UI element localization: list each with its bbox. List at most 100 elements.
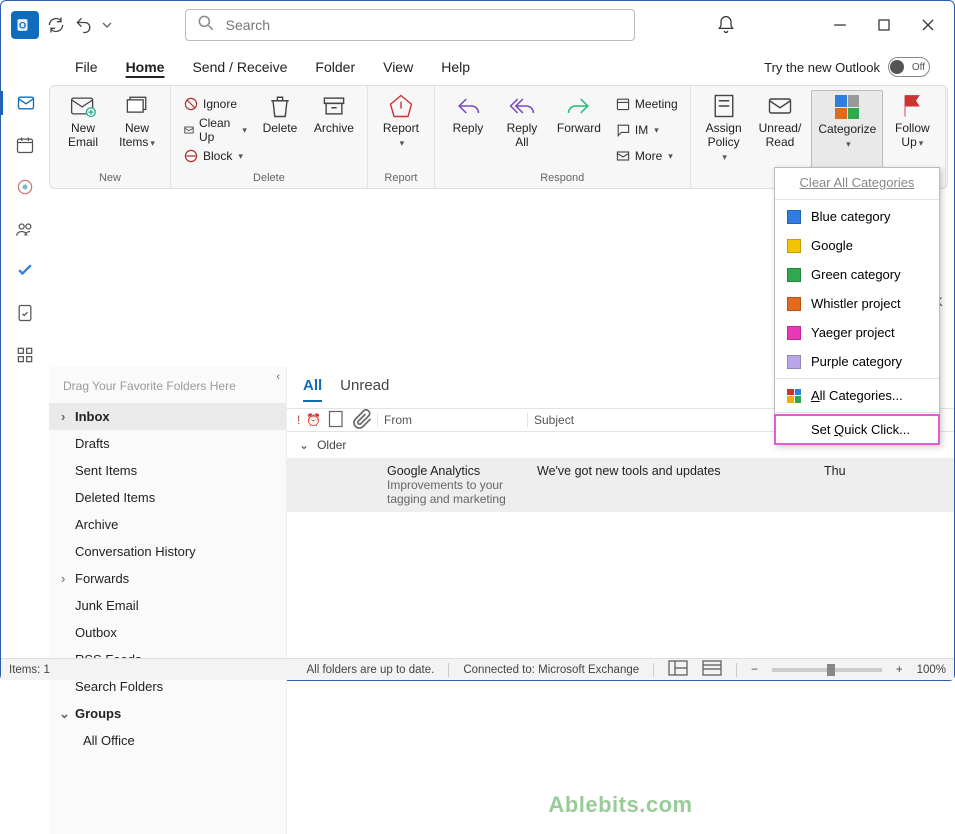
group-older-label: Older — [317, 438, 346, 452]
message-row[interactable]: Google Analytics Improvements to your ta… — [287, 458, 954, 512]
column-from[interactable]: From — [377, 413, 527, 427]
try-new-label: Try the new Outlook — [764, 60, 880, 75]
folder-item[interactable]: Inbox — [49, 403, 286, 430]
tab-all[interactable]: All — [303, 377, 322, 402]
category-item[interactable]: Blue category — [775, 202, 939, 231]
more-respond-button[interactable]: More▾ — [611, 143, 682, 169]
reminder-column-icon[interactable]: ⏰ — [306, 413, 321, 427]
flag-icon — [898, 92, 926, 120]
all-categories[interactable]: All Categories... — [775, 381, 939, 410]
sync-icon[interactable] — [45, 14, 67, 36]
titlebar: O — [1, 1, 954, 49]
maximize-button[interactable] — [862, 9, 906, 41]
folder-item[interactable]: Drafts — [49, 430, 286, 457]
set-quick-click[interactable]: Set Quick Click... — [775, 415, 939, 444]
more-apps-icon[interactable] — [13, 343, 37, 367]
menu-view[interactable]: View — [369, 53, 427, 81]
unread-read-button[interactable]: Unread/ Read — [753, 90, 808, 170]
category-label: Purple category — [811, 354, 902, 369]
menu-send-receive[interactable]: Send / Receive — [178, 53, 301, 81]
menu-home[interactable]: Home — [112, 53, 179, 81]
category-item[interactable]: Whistler project — [775, 289, 939, 318]
ribbon-group-respond: Reply Reply All Forward Meeting IM▾ More… — [435, 86, 691, 188]
ignore-button[interactable]: Ignore — [179, 91, 251, 117]
menu-help[interactable]: Help — [427, 53, 484, 81]
categorize-menu: Clear All Categories Blue category Google… — [774, 167, 940, 445]
category-label: Blue category — [811, 209, 891, 224]
category-swatch-icon — [787, 355, 801, 369]
folder-groups-header[interactable]: Groups — [49, 700, 286, 727]
category-item[interactable]: Purple category — [775, 347, 939, 376]
delete-button[interactable]: Delete — [255, 90, 305, 170]
groups-item[interactable]: All Office — [49, 727, 286, 754]
delete-label: Delete — [263, 122, 298, 136]
folder-item[interactable]: Deleted Items — [49, 484, 286, 511]
report-button[interactable]: Report▾ — [376, 90, 426, 170]
category-item[interactable]: Green category — [775, 260, 939, 289]
category-item[interactable]: Yaeger project — [775, 318, 939, 347]
category-item[interactable]: Google — [775, 231, 939, 260]
block-button[interactable]: Block▾ — [179, 143, 251, 169]
undo-icon[interactable] — [73, 14, 95, 36]
status-items: Items: 1 — [9, 664, 50, 676]
folder-item[interactable]: Outbox — [49, 619, 286, 646]
search-input[interactable] — [226, 17, 624, 33]
todo-icon[interactable] — [13, 259, 37, 283]
view-normal-icon[interactable] — [668, 658, 688, 681]
people-icon[interactable] — [13, 217, 37, 241]
archive-button[interactable]: Archive — [309, 90, 359, 170]
calendar-icon[interactable] — [13, 133, 37, 157]
folder-item[interactable]: Forwards — [49, 565, 286, 592]
zoom-in-icon[interactable]: + — [896, 664, 903, 676]
reply-all-button[interactable]: Reply All — [497, 90, 547, 170]
new-email-button[interactable]: New Email — [58, 90, 108, 170]
zoom-slider[interactable] — [772, 668, 882, 672]
view-reading-icon[interactable] — [702, 658, 722, 681]
zoom-out-icon[interactable]: − — [751, 664, 758, 676]
icon-column-icon[interactable] — [327, 409, 347, 432]
cleanup-button[interactable]: Clean Up▾ — [179, 117, 251, 143]
close-button[interactable] — [906, 9, 950, 41]
forward-button[interactable]: Forward — [551, 90, 607, 170]
ignore-label: Ignore — [203, 97, 237, 111]
categorize-button[interactable]: Categorize▾ — [811, 90, 883, 170]
menu-file[interactable]: File — [61, 53, 112, 81]
tab-unread[interactable]: Unread — [340, 377, 389, 402]
collapse-pane-icon[interactable]: ‹ — [276, 371, 280, 383]
unread-read-label: Unread/ Read — [759, 122, 802, 150]
toggle-knob-icon — [890, 60, 904, 74]
notifications-icon[interactable] — [706, 15, 746, 35]
all-categories-label: All Categories... — [811, 388, 903, 403]
search-box[interactable] — [185, 9, 635, 41]
folder-item[interactable]: Archive — [49, 511, 286, 538]
attachment-column-icon[interactable] — [353, 409, 373, 432]
meeting-button[interactable]: Meeting — [611, 91, 682, 117]
follow-up-button[interactable]: Follow Up▾ — [887, 90, 937, 170]
im-button[interactable]: IM▾ — [611, 117, 682, 143]
menu-folder[interactable]: Folder — [301, 53, 369, 81]
zoom-thumb-icon — [827, 664, 835, 676]
qat-dropdown-icon[interactable] — [101, 14, 113, 36]
copilot-icon[interactable] — [13, 175, 37, 199]
set-quick-click-label: Set Quick Click... — [811, 422, 910, 437]
mail-icon[interactable] — [1, 91, 49, 115]
reply-button[interactable]: Reply — [443, 90, 493, 170]
status-uptodate: All folders are up to date. — [306, 664, 434, 676]
folder-item[interactable]: Conversation History — [49, 538, 286, 565]
new-email-icon — [69, 92, 97, 120]
clear-all-categories[interactable]: Clear All Categories — [775, 168, 939, 197]
try-new-toggle[interactable]: Off — [888, 57, 930, 77]
assign-policy-button[interactable]: Assign Policy▾ — [699, 90, 749, 170]
importance-column-icon[interactable]: ! — [297, 413, 300, 427]
folder-item[interactable]: Junk Email — [49, 592, 286, 619]
new-items-button[interactable]: New Items▾ — [112, 90, 162, 170]
cleanup-label: Clean Up — [199, 116, 236, 144]
category-swatch-icon — [787, 268, 801, 282]
new-items-label: New Items▾ — [119, 122, 155, 150]
notes-icon[interactable] — [13, 301, 37, 325]
ribbon-group-new: New Email New Items▾ New — [50, 86, 171, 188]
folder-item[interactable]: Sent Items — [49, 457, 286, 484]
message-subject: We've got new tools and updates — [537, 464, 824, 506]
block-label: Block — [203, 149, 232, 163]
minimize-button[interactable] — [818, 9, 862, 41]
